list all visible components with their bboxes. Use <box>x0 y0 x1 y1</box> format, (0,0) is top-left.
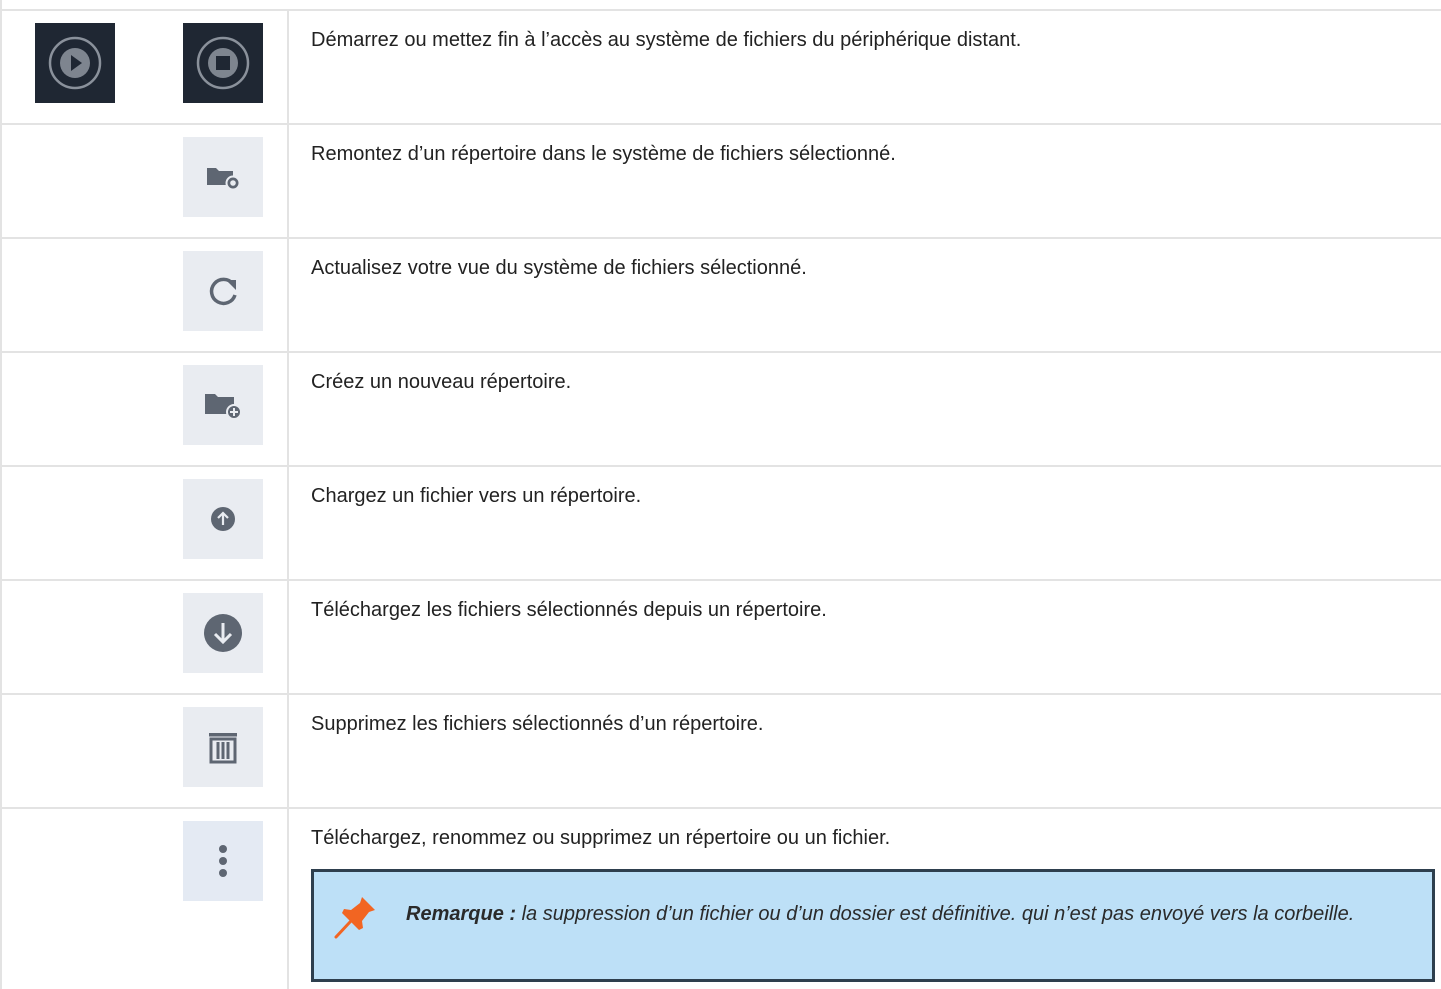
play-circle-icon <box>47 35 103 91</box>
table-row: Démarrez ou mettez fin à l’accès au syst… <box>0 11 1441 125</box>
more-vertical-icon <box>217 841 229 881</box>
table-row: Actualisez votre vue du système de fichi… <box>0 239 1441 353</box>
note-text: Remarque : la suppression d’un fichier o… <box>406 899 1406 929</box>
row-description: Remontez d’un répertoire dans le système… <box>311 143 896 165</box>
table-row: Supprimez les fichiers sélectionnés d’un… <box>0 695 1441 809</box>
download-icon <box>201 611 245 655</box>
table-row: Créez un nouveau répertoire. <box>0 353 1441 467</box>
download-button[interactable] <box>183 593 263 673</box>
row-description: Créez un nouveau répertoire. <box>311 371 572 393</box>
start-button[interactable] <box>35 23 115 103</box>
note-body: la suppression d’un fichier ou d’un doss… <box>516 903 1355 925</box>
refresh-button[interactable] <box>183 251 263 331</box>
parent-directory-button[interactable] <box>183 137 263 217</box>
more-actions-button[interactable] <box>183 821 263 901</box>
trash-icon <box>203 727 243 767</box>
table-row: Remontez d’un répertoire dans le système… <box>0 125 1441 239</box>
pushpin-icon <box>332 894 378 945</box>
stop-button[interactable] <box>183 23 263 103</box>
row-description: Actualisez votre vue du système de fichi… <box>311 257 807 279</box>
row-description: Supprimez les fichiers sélectionnés d’un… <box>311 713 764 735</box>
row-description: Chargez un fichier vers un répertoire. <box>311 485 642 507</box>
row-description: Démarrez ou mettez fin à l’accès au syst… <box>311 29 1022 51</box>
folder-up-icon <box>203 162 243 192</box>
table-row: Chargez un fichier vers un répertoire. <box>0 467 1441 581</box>
upload-button[interactable] <box>183 479 263 559</box>
note-callout: Remarque : la suppression d’un fichier o… <box>311 869 1435 982</box>
delete-button[interactable] <box>183 707 263 787</box>
stop-circle-icon <box>195 35 251 91</box>
table-row: Téléchargez les fichiers sélectionnés de… <box>0 581 1441 695</box>
refresh-icon <box>203 271 243 311</box>
row-description: Téléchargez, renommez ou supprimez un ré… <box>311 827 891 849</box>
folder-add-icon <box>201 389 245 421</box>
new-directory-button[interactable] <box>183 365 263 445</box>
note-label: Remarque : <box>406 903 517 925</box>
upload-icon <box>208 504 238 534</box>
row-description: Téléchargez les fichiers sélectionnés de… <box>311 599 827 621</box>
